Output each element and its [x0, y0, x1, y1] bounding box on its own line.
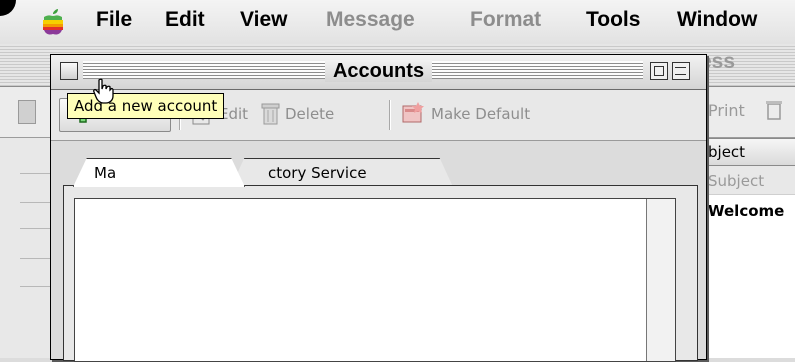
- make-default-button[interactable]: Make Default: [431, 105, 530, 123]
- tooltip: Add a new account: [67, 93, 225, 119]
- menu-format[interactable]: Format: [470, 8, 541, 32]
- menu-edit[interactable]: Edit: [165, 8, 205, 32]
- zoom-box[interactable]: [650, 62, 668, 80]
- make-default-icon: [402, 102, 424, 123]
- tab-mail[interactable]: Ma: [73, 158, 245, 187]
- message-list-pane: bject Subject Welcome: [700, 138, 795, 358]
- menu-message[interactable]: Message: [326, 8, 415, 32]
- print-button[interactable]: Print: [708, 101, 745, 120]
- tab-label: ctory Service: [268, 164, 367, 182]
- background-document-icon: [18, 100, 36, 124]
- collapse-box[interactable]: [672, 62, 690, 80]
- menu-view[interactable]: View: [240, 8, 287, 32]
- trash-icon: [766, 101, 782, 120]
- menu-window[interactable]: Window: [677, 8, 757, 32]
- accounts-title-bar[interactable]: Accounts: [51, 55, 706, 90]
- subject-placeholder: Subject: [708, 172, 765, 190]
- account-list[interactable]: [74, 198, 676, 362]
- subject-column-header[interactable]: bject: [700, 138, 795, 166]
- account-tabs: ctory Service Ma: [51, 141, 706, 362]
- message-row-subject[interactable]: Welcome: [708, 202, 784, 220]
- tab-directory-service[interactable]: ctory Service: [231, 158, 453, 187]
- subject-filter-field[interactable]: Subject: [700, 166, 795, 195]
- tab-panel: [63, 185, 698, 362]
- screen-corner: [0, 0, 16, 16]
- menu-tools[interactable]: Tools: [586, 8, 640, 32]
- apple-icon[interactable]: [40, 8, 66, 36]
- pointing-hand-cursor-icon: [93, 78, 114, 104]
- folder-list-pane: [0, 138, 57, 358]
- tab-label: Ma: [94, 164, 117, 182]
- menu-bar: File Edit View Message Format Tools Wind…: [0, 0, 795, 45]
- window-title: Accounts: [324, 60, 433, 82]
- trash-icon: [261, 103, 280, 125]
- scrollbar[interactable]: [646, 199, 675, 361]
- delete-button[interactable]: Delete: [285, 105, 334, 123]
- column-header-label: bject: [708, 143, 746, 161]
- toolbar-separator: [389, 100, 391, 130]
- menu-file[interactable]: File: [96, 8, 132, 32]
